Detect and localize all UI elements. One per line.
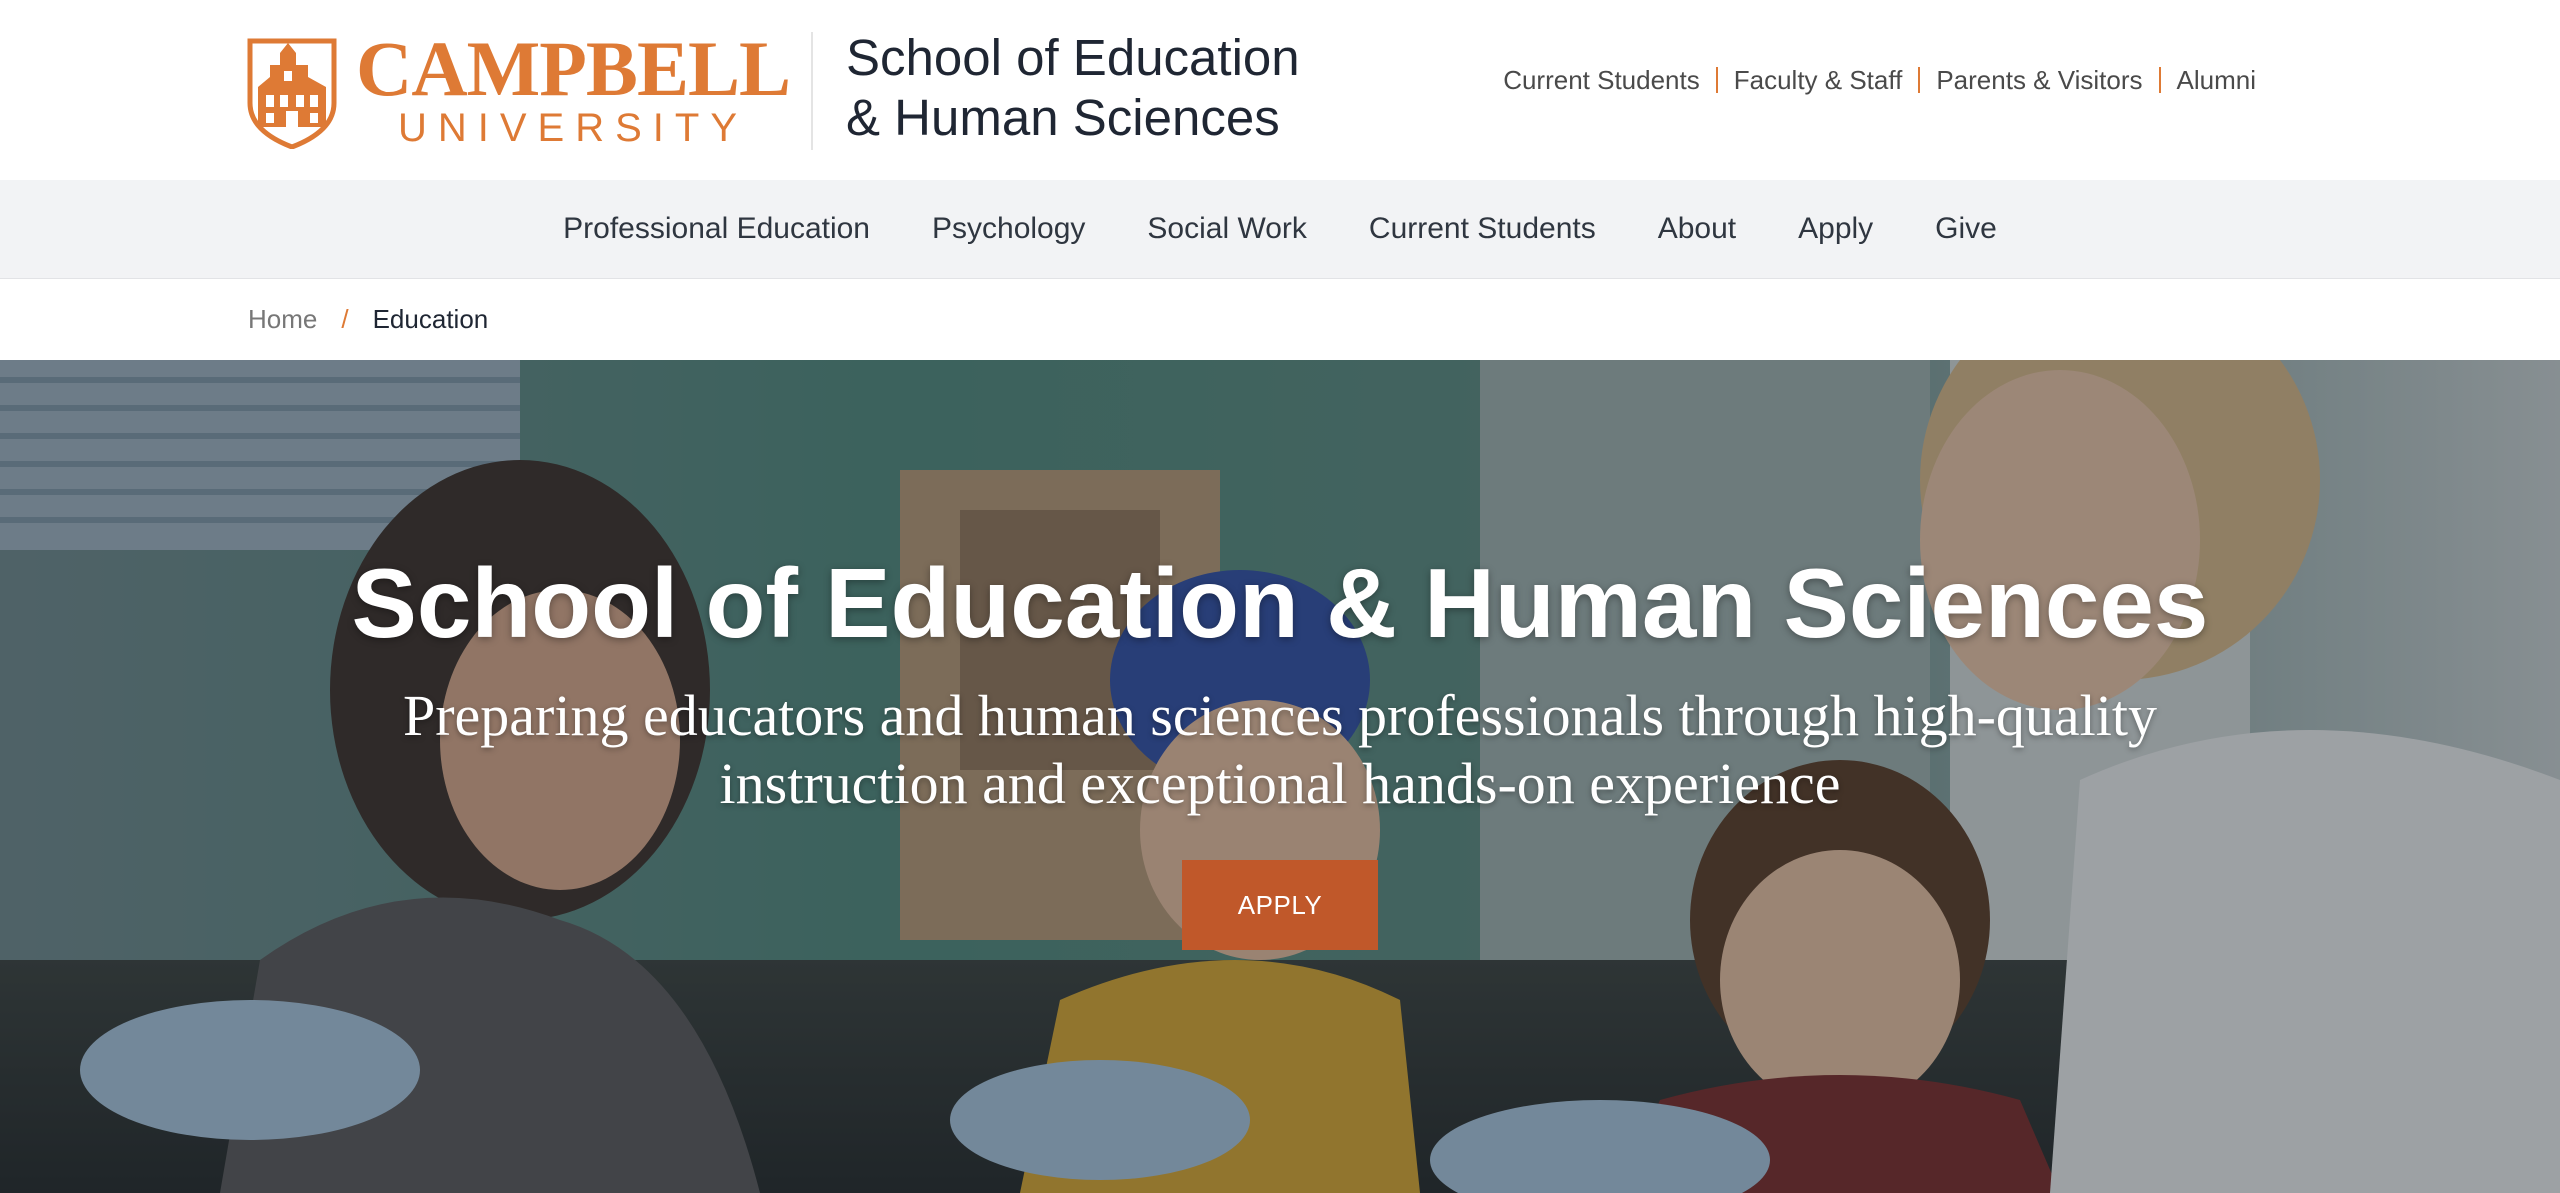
utility-link-alumni[interactable]: Alumni bbox=[2177, 65, 2256, 96]
hero-subtitle: Preparing educators and human sciences p… bbox=[402, 683, 2158, 816]
utility-link-current-students[interactable]: Current Students bbox=[1503, 65, 1700, 96]
logo-name: CAMPBELL bbox=[356, 25, 791, 112]
header-divider bbox=[811, 32, 813, 150]
nav-item-about[interactable]: About bbox=[1658, 212, 1736, 246]
logo-wordmark: CAMPBELL UNIVERSITY bbox=[356, 25, 791, 150]
utility-separator bbox=[2158, 67, 2161, 93]
main-nav: Professional Education Psychology Social… bbox=[0, 180, 2560, 279]
utility-nav: Current Students Faculty & Staff Parents… bbox=[1503, 62, 2256, 98]
nav-item-apply[interactable]: Apply bbox=[1798, 212, 1873, 246]
hero-title: School of Education & Human Sciences bbox=[351, 548, 2209, 658]
nav-item-social-work[interactable]: Social Work bbox=[1147, 212, 1307, 246]
nav-item-current-students[interactable]: Current Students bbox=[1369, 212, 1596, 246]
apply-button[interactable]: APPLY bbox=[1182, 860, 1378, 950]
site-header: CAMPBELL UNIVERSITY School of Education … bbox=[0, 0, 2560, 180]
nav-item-professional-education[interactable]: Professional Education bbox=[563, 212, 870, 246]
breadcrumb-current: Education bbox=[372, 304, 489, 334]
campbell-university-logo[interactable]: CAMPBELL UNIVERSITY bbox=[246, 30, 791, 150]
school-title[interactable]: School of Education & Human Sciences bbox=[846, 28, 1366, 148]
logo-subname: UNIVERSITY bbox=[397, 106, 749, 150]
breadcrumb-separator: / bbox=[341, 304, 349, 334]
breadcrumb: Home / Education bbox=[0, 279, 2560, 360]
nav-item-give[interactable]: Give bbox=[1935, 212, 1997, 246]
school-title-line1: School of Education bbox=[846, 29, 1300, 86]
utility-link-faculty-staff[interactable]: Faculty & Staff bbox=[1734, 65, 1903, 96]
nav-item-psychology[interactable]: Psychology bbox=[932, 212, 1085, 246]
hero-content: School of Education & Human Sciences Pre… bbox=[0, 548, 2560, 950]
school-title-line2: & Human Sciences bbox=[846, 89, 1280, 146]
breadcrumb-home-link[interactable]: Home bbox=[248, 304, 317, 335]
university-crest-icon bbox=[247, 38, 337, 149]
utility-separator bbox=[1715, 67, 1718, 93]
utility-separator bbox=[1918, 67, 1921, 93]
utility-link-parents-visitors[interactable]: Parents & Visitors bbox=[1936, 65, 2142, 96]
hero-banner: School of Education & Human Sciences Pre… bbox=[0, 360, 2560, 1193]
